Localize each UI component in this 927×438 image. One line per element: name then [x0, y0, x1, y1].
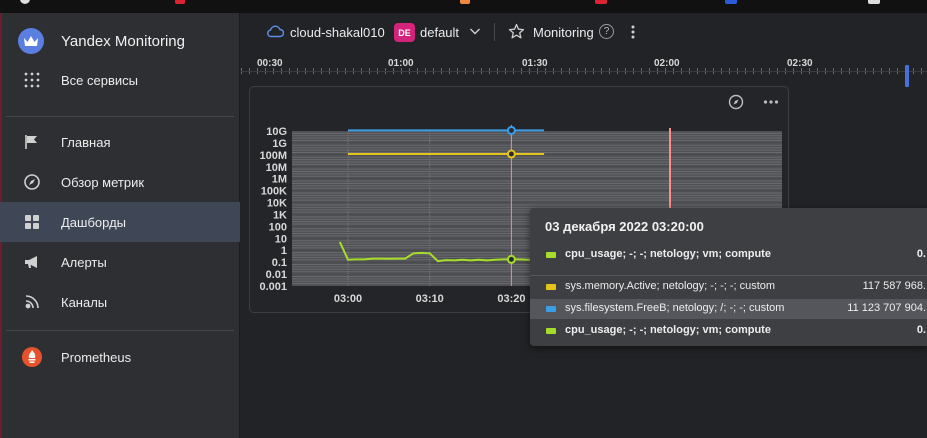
hover-point: [506, 125, 516, 135]
y-tick-label: 1M: [272, 174, 287, 186]
tooltip-row-value: 0.: [916, 324, 926, 336]
plot-band: [292, 154, 782, 167]
megaphone-icon: [22, 252, 42, 272]
sidebar-item-label: Каналы: [61, 294, 108, 310]
all-services-button[interactable]: Все сервисы: [0, 60, 240, 100]
help-icon[interactable]: ?: [599, 24, 614, 39]
series-swatch: [546, 306, 556, 312]
breadcrumb-cloud-link[interactable]: cloud-shakal010: [290, 25, 385, 40]
plot-band: [292, 166, 782, 179]
sidebar-item-label: Главная: [61, 134, 111, 150]
flag-icon: [22, 132, 42, 152]
all-services-label: Все сервисы: [61, 72, 138, 88]
dashboard-grid-icon: [22, 212, 42, 232]
hover-point: [506, 149, 516, 159]
y-tick-label: 0.01: [266, 269, 287, 281]
sidebar-item-home[interactable]: Главная: [0, 122, 240, 162]
breadcrumb-separator: [494, 23, 495, 41]
tooltip-title: 03 декабря 2022 03:20:00: [545, 219, 704, 234]
y-tick-label: 10K: [267, 198, 287, 210]
breadcrumb-folder-link[interactable]: default: [420, 25, 459, 40]
plot-band: [292, 190, 782, 203]
timeline-label: 00:30: [257, 58, 283, 69]
series-swatch: [546, 328, 556, 334]
breadcrumb-service-label: Monitoring: [533, 25, 594, 40]
tooltip-row-name: cpu_usage; -; -; netology; vm; compute: [565, 248, 771, 260]
tooltip-row: cpu_usage; -; -; netology; vm; compute 0…: [530, 245, 927, 265]
sidebar-item-channels[interactable]: Каналы: [0, 282, 240, 322]
y-tick-label: 0.001: [259, 281, 287, 293]
y-tick-label: 100K: [261, 186, 287, 198]
y-tick-label: 100: [269, 221, 287, 233]
y-tick-label: 10M: [266, 162, 287, 174]
crown-logo-icon: [18, 28, 44, 54]
browser-tab-strip: [0, 0, 927, 13]
folder-badge: DE: [394, 23, 415, 42]
y-tick-label: 10: [275, 233, 287, 245]
sidebar-item-prometheus[interactable]: Prometheus: [0, 337, 240, 377]
app-title: Yandex Monitoring: [61, 32, 185, 50]
chart-tooltip: 03 декабря 2022 03:20:00 cpu_usage; -; -…: [530, 208, 927, 346]
tooltip-row: sys.filesystem.FreeB; netology; /; -; -;…: [530, 299, 927, 319]
y-tick-label: 100M: [259, 150, 287, 162]
y-tick-label: 1K: [273, 209, 287, 221]
tooltip-row-value: 0.: [916, 248, 926, 260]
sidebar-item-label: Prometheus: [61, 349, 132, 365]
breadcrumb: cloud-shakal010 DE default Monitoring ?: [241, 13, 927, 51]
main-area: cloud-shakal010 DE default Monitoring ? …: [241, 13, 927, 438]
timeline-label: 02:00: [654, 58, 680, 69]
tooltip-row-value: 117 587 968.: [862, 280, 926, 292]
sidebar-item-alerts[interactable]: Алерты: [0, 242, 240, 282]
sidebar-item-label: Алерты: [61, 254, 107, 270]
x-tick-label: 03:10: [416, 293, 444, 305]
hover-point: [506, 254, 516, 264]
more-vertical-icon[interactable]: [630, 24, 636, 43]
sidebar-item-label: Обзор метрик: [61, 174, 145, 190]
plot-band: [292, 131, 782, 143]
sidebar-divider: [6, 116, 234, 117]
sidebar: Yandex Monitoring Все сервисы Главная Об…: [0, 13, 240, 438]
sidebar-item-label: Дашборды: [61, 214, 126, 230]
time-navigator[interactable]: 00:30 01:00 01:30 02:00 02:30: [241, 51, 927, 87]
sidebar-divider: [6, 330, 234, 331]
tooltip-row-value: 11 123 707 904.: [847, 302, 926, 314]
sidebar-item-dashboards[interactable]: Дашборды: [0, 202, 240, 242]
apps-grid-icon: [22, 70, 42, 90]
x-tick-label: 03:00: [334, 293, 362, 305]
y-tick-label: 1G: [272, 138, 287, 150]
timeline-label: 01:30: [522, 58, 548, 69]
series-swatch: [546, 284, 556, 290]
x-tick-label: 03:20: [497, 293, 525, 305]
app-logo[interactable]: Yandex Monitoring: [18, 27, 185, 55]
tooltip-row: cpu_usage; -; -; netology; vm; compute 0…: [530, 321, 927, 341]
compass-icon: [22, 172, 42, 192]
y-tick-label: 0.1: [272, 257, 287, 269]
tooltip-row-name: sys.memory.Active; netology; -; -; -; cu…: [565, 280, 776, 292]
y-tick-label: 1: [281, 245, 287, 257]
tooltip-row-name: sys.filesystem.FreeB; netology; /; -; -;…: [565, 302, 785, 314]
timeline-range-handle[interactable]: [905, 65, 909, 87]
plot-band: [292, 178, 782, 191]
series-swatch: [546, 252, 556, 258]
broadcast-icon: [22, 292, 42, 312]
prometheus-icon: [22, 347, 42, 367]
timeline-label: 02:30: [787, 58, 813, 69]
cloud-icon: [266, 24, 285, 41]
sidebar-item-metrics-overview[interactable]: Обзор метрик: [0, 162, 240, 202]
tooltip-row-name: cpu_usage; -; -; netology; vm; compute: [565, 324, 771, 336]
tooltip-row: sys.memory.Active; netology; -; -; -; cu…: [530, 277, 927, 297]
chevron-down-icon[interactable]: [469, 25, 481, 40]
y-tick-label: 10G: [266, 126, 287, 138]
timeline-label: 01:00: [388, 58, 414, 69]
star-favorite-icon[interactable]: [508, 23, 525, 43]
